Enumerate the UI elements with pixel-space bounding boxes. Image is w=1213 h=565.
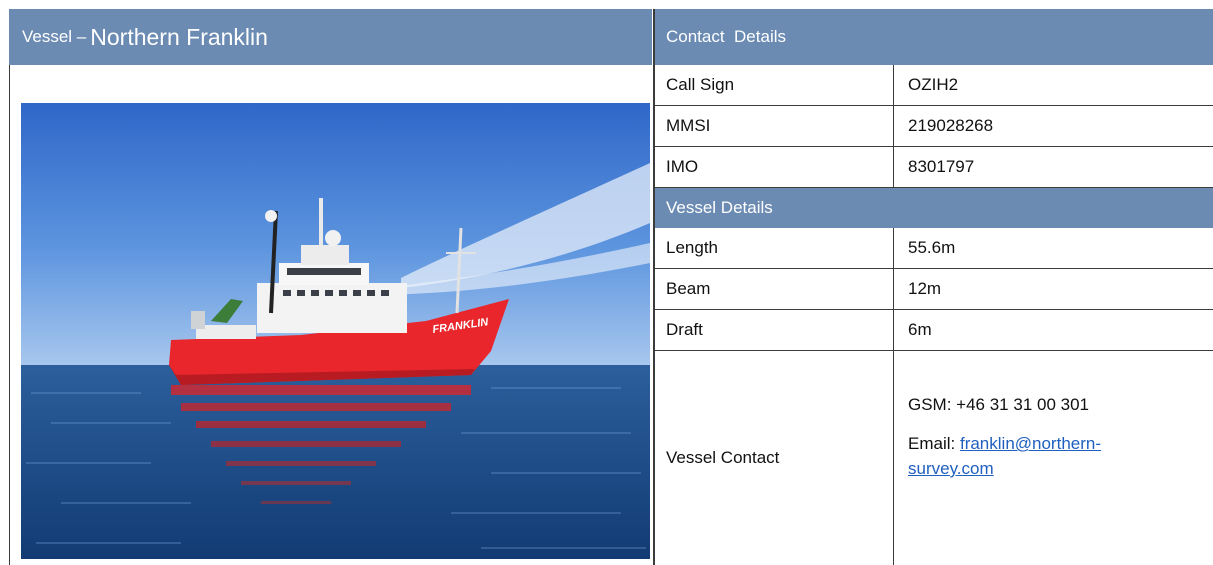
table-row: Call Sign OZIH2 (655, 65, 1213, 106)
email-line: Email: franklin@northern-survey.com (908, 431, 1168, 481)
vessel-header: Vessel – Northern Franklin (9, 9, 652, 65)
imo-value: 8301797 (908, 157, 975, 176)
imo-label: IMO (655, 147, 894, 187)
table-row: IMO 8301797 (655, 147, 1213, 188)
vessel-contact-label: Vessel Contact (655, 351, 894, 565)
column-divider (653, 9, 655, 565)
table-row: Vessel Contact GSM: +46 31 31 00 301 Ema… (655, 351, 1213, 565)
mmsi-label: MMSI (655, 106, 894, 146)
draft-label: Draft (655, 310, 894, 350)
vessel-photo: FRANKLIN (21, 103, 650, 559)
contact-details-title: Contact Details (666, 27, 786, 46)
vessel-name: Northern Franklin (90, 23, 268, 50)
draft-value: 6m (908, 320, 932, 339)
document-frame: Vessel – Northern Franklin FRANKLIN Cont… (9, 9, 1213, 565)
vessel-prefix: Vessel – (22, 27, 87, 46)
call-sign-label: Call Sign (655, 65, 894, 105)
table-row: MMSI 219028268 (655, 106, 1213, 147)
contact-details-header: Contact Details (655, 9, 1213, 65)
length-value: 55.6m (908, 238, 956, 257)
vessel-details-header: Vessel Details (655, 188, 1213, 228)
table-row: Draft 6m (655, 310, 1213, 351)
vessel-contact-value: GSM: +46 31 31 00 301 Email: franklin@no… (895, 351, 1213, 565)
details-column: Contact Details Call Sign OZIH2 MMSI 219… (653, 9, 1213, 565)
vessel-column: Vessel – Northern Franklin FRANKLIN (9, 9, 653, 565)
table-row: Beam 12m (655, 269, 1213, 310)
gsm-number: GSM: +46 31 31 00 301 (908, 395, 1089, 414)
mmsi-value: 219028268 (908, 116, 994, 135)
email-label: Email: (908, 434, 956, 453)
beam-label: Beam (655, 269, 894, 309)
call-sign-value: OZIH2 (908, 75, 959, 94)
length-label: Length (655, 228, 894, 268)
beam-value: 12m (908, 279, 942, 298)
vessel-details-title: Vessel Details (666, 198, 773, 217)
table-row: Length 55.6m (655, 228, 1213, 269)
